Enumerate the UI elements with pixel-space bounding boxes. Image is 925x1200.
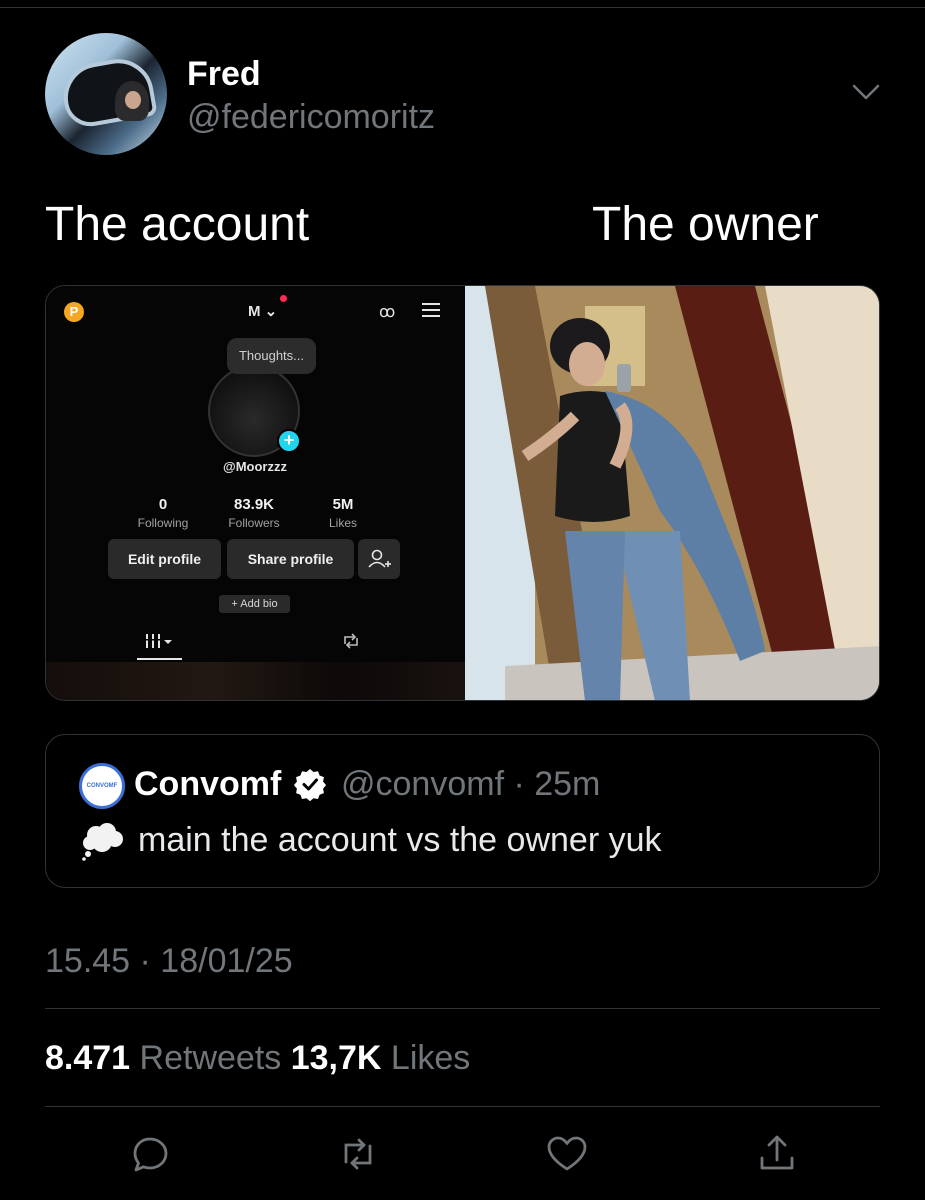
divider — [45, 1106, 880, 1107]
stat-label: Following — [137, 516, 189, 530]
p-badge-icon: P — [64, 302, 84, 322]
author-handle[interactable]: @federicomoritz — [187, 98, 435, 137]
stat-value: 83.9K — [233, 496, 275, 513]
edit-profile-button: Edit profile — [108, 539, 221, 579]
share-profile-button: Share profile — [227, 539, 354, 579]
quoted-tweet-text: main the account vs the owner yuk — [138, 821, 662, 859]
stat-likes: 5M Likes — [298, 496, 388, 530]
repost-tab-icon — [344, 633, 358, 649]
retweets-label[interactable]: Retweets — [140, 1039, 282, 1077]
engagement-stats: 8.471 Retweets 13,7K Likes — [45, 1039, 470, 1078]
top-divider — [0, 7, 925, 8]
like-icon[interactable] — [545, 1132, 589, 1176]
active-tab-underline — [137, 658, 182, 660]
tweet-text-left: The account — [45, 198, 310, 251]
share-icon[interactable] — [755, 1132, 799, 1176]
verified-icon — [293, 769, 327, 801]
stat-label: Likes — [328, 516, 357, 530]
add-person-icon — [368, 549, 391, 568]
footprints-icon: ꝏ — [379, 304, 396, 321]
quoted-tweet[interactable]: CONVOMF Convomf @convomf · 25m main the … — [45, 734, 880, 888]
tweet-media[interactable]: P M ⌄ ꝏ Thoughts... + @Moorzzz 0 Followi… — [45, 285, 880, 701]
profile-screenshot[interactable]: P M ⌄ ꝏ Thoughts... + @Moorzzz 0 Followi… — [46, 286, 465, 700]
likes-label[interactable]: Likes — [391, 1039, 470, 1077]
grid-tab-icon — [144, 634, 172, 648]
plus-icon: + — [277, 429, 301, 453]
stat-followers: 83.9K Followers — [209, 496, 299, 530]
divider — [45, 1008, 880, 1009]
quoted-avatar[interactable]: CONVOMF — [79, 763, 125, 809]
stat-following: 0 Following — [118, 496, 208, 530]
quoted-handle-time[interactable]: @convomf · 25m — [341, 765, 600, 804]
screenshot-username: M ⌄ — [248, 303, 278, 320]
mirror-selfie-photo[interactable] — [465, 286, 879, 700]
author-avatar[interactable] — [45, 33, 167, 155]
stat-label: Followers — [228, 516, 280, 530]
retweets-count[interactable]: 8.471 — [45, 1039, 130, 1077]
add-bio-button: + Add bio — [219, 595, 290, 613]
quoted-author-name[interactable]: Convomf — [134, 765, 281, 804]
stat-value: 0 — [158, 496, 168, 513]
avatar-face — [125, 91, 141, 109]
hamburger-menu-icon — [422, 303, 440, 317]
video-thumbnail-strip — [46, 662, 465, 700]
tweet-text-right: The owner — [592, 198, 819, 251]
photo-illustration — [465, 286, 879, 700]
reply-icon[interactable] — [128, 1132, 172, 1176]
chevron-down-icon[interactable] — [850, 80, 882, 104]
notification-dot — [280, 295, 287, 302]
thoughts-bubble: Thoughts... — [227, 338, 316, 374]
author-name[interactable]: Fred — [187, 55, 261, 94]
tweet-timestamp[interactable]: 15.45 · 18/01/25 — [45, 942, 293, 981]
thought-cloud-icon — [82, 823, 123, 861]
likes-count[interactable]: 13,7K — [291, 1039, 382, 1077]
chevron-down-icon: ⌄ — [260, 303, 278, 320]
add-friend-button — [358, 539, 400, 579]
stat-value: 5M — [332, 496, 354, 513]
retweet-icon[interactable] — [336, 1132, 380, 1176]
screenshot-handle: @Moorzzz — [223, 459, 287, 474]
